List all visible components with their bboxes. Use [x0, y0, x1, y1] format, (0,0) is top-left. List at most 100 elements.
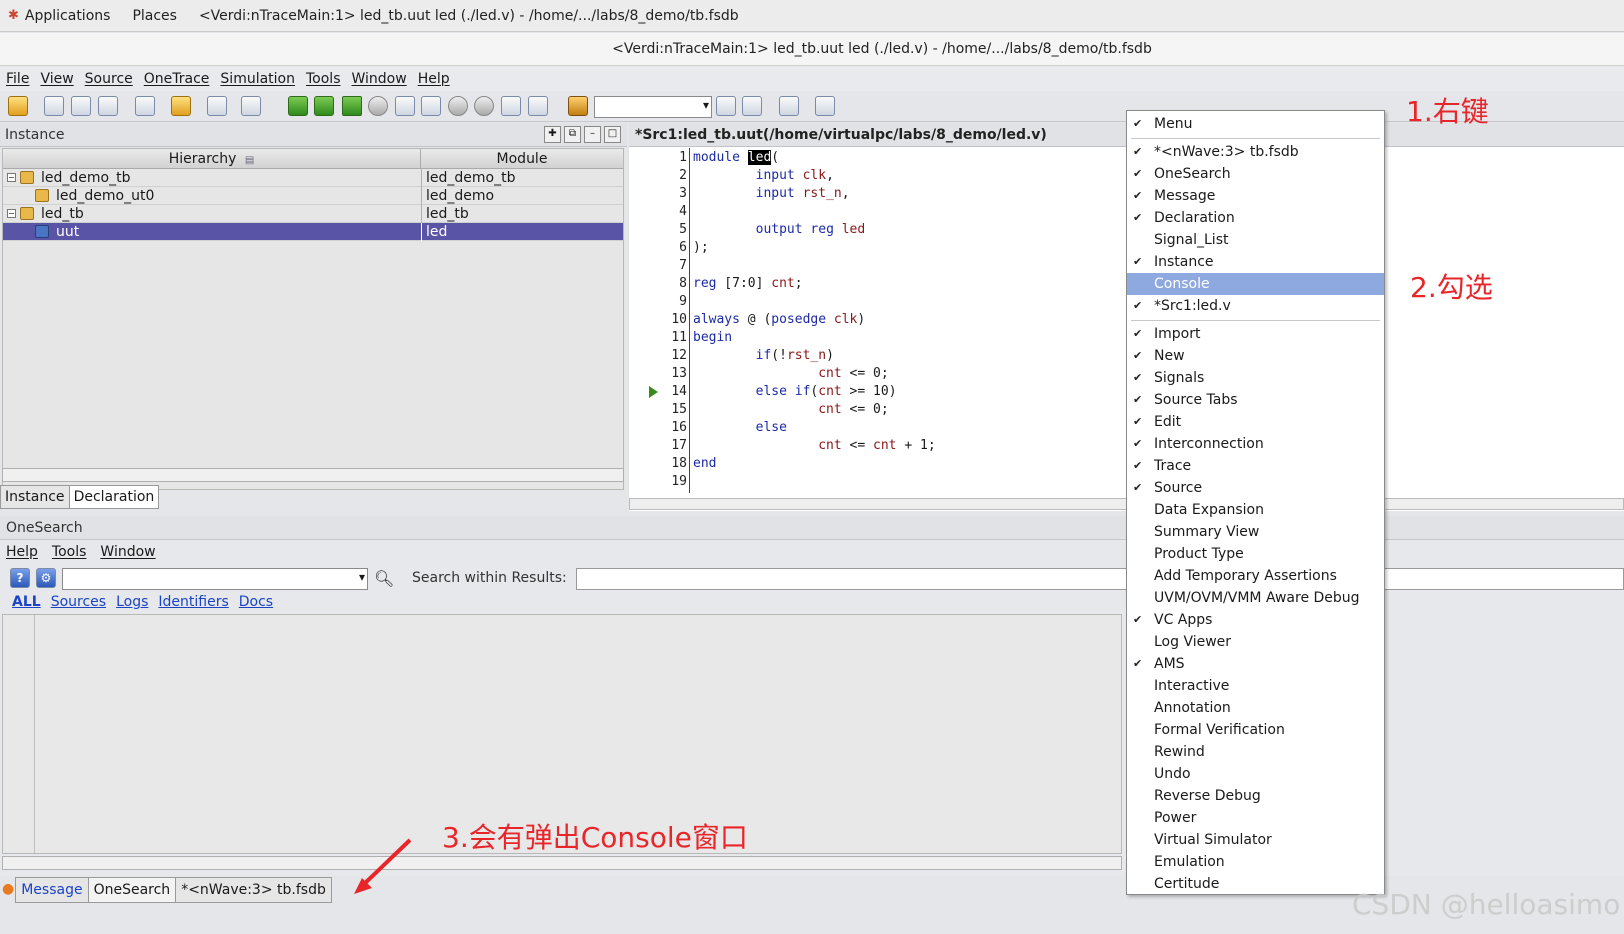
menu-item-undo[interactable]: Undo	[1127, 763, 1384, 785]
tree-row[interactable]: led_demo_ut0 led_demo	[3, 187, 623, 205]
help-icon[interactable]: ?	[10, 568, 30, 588]
menu-onetrace[interactable]: OneTrace	[144, 71, 210, 87]
tab-declaration[interactable]: Declaration	[68, 485, 160, 509]
undock-icon[interactable]: ⧉	[564, 126, 581, 143]
menu-item-signals[interactable]: ✔ Signals	[1127, 367, 1384, 389]
menu-item-edit[interactable]: ✔ Edit	[1127, 411, 1384, 433]
menu-item-message[interactable]: ✔ Message	[1127, 185, 1384, 207]
menu-item-interactive[interactable]: Interactive	[1127, 675, 1384, 697]
waveform-icon[interactable]	[44, 96, 64, 116]
menu-item-virtual-simulator[interactable]: Virtual Simulator	[1127, 829, 1384, 851]
menu-item-new[interactable]: ✔ New	[1127, 345, 1384, 367]
menu-item-signal-list[interactable]: Signal_List	[1127, 229, 1384, 251]
menu-view[interactable]: View	[40, 71, 73, 87]
menu-item-source[interactable]: ✔ Source	[1127, 477, 1384, 499]
applications-menu[interactable]: Applications	[25, 8, 111, 24]
menu-file[interactable]: File	[6, 71, 29, 87]
minimize-icon[interactable]: –	[584, 126, 601, 143]
toolbar-search-combo[interactable]	[594, 96, 712, 118]
find-icon[interactable]	[742, 96, 762, 116]
menu-item-trace[interactable]: ✔ Trace	[1127, 455, 1384, 477]
back-arrow-icon[interactable]	[342, 96, 362, 116]
collapse-icon[interactable]: −	[7, 209, 16, 218]
menu-item-annotation[interactable]: Annotation	[1127, 697, 1384, 719]
menu-item-add-temporary-assertions[interactable]: Add Temporary Assertions	[1127, 565, 1384, 587]
trace-down-icon[interactable]	[314, 96, 334, 116]
menu-item-menu[interactable]: ✔ Menu	[1127, 113, 1384, 135]
menu-tools[interactable]: Tools	[306, 71, 341, 87]
menu-item-product-type[interactable]: Product Type	[1127, 543, 1384, 565]
hierarchy-icon[interactable]	[98, 96, 118, 116]
search-within-input[interactable]	[576, 568, 1624, 590]
menu-item-source-tabs[interactable]: ✔ Source Tabs	[1127, 389, 1384, 411]
collapse-icon[interactable]: −	[7, 173, 16, 182]
menu-item-src1-led-v[interactable]: ✔ *Src1:led.v	[1127, 295, 1384, 317]
filter-all-link[interactable]: ALL	[12, 594, 41, 610]
places-menu[interactable]: Places	[132, 8, 177, 24]
connect-icon[interactable]	[501, 96, 521, 116]
export-icon[interactable]	[815, 96, 835, 116]
copy-icon[interactable]	[241, 96, 261, 116]
os-menu-help[interactable]: Help	[6, 544, 38, 560]
menu-item-log-viewer[interactable]: Log Viewer	[1127, 631, 1384, 653]
folder-icon[interactable]	[171, 96, 191, 116]
menu-item-instance[interactable]: ✔ Instance	[1127, 251, 1384, 273]
menu-item-vc-apps[interactable]: ✔ VC Apps	[1127, 609, 1384, 631]
filter-identifiers-link[interactable]: Identifiers	[158, 594, 228, 610]
bookmark-icon[interactable]	[568, 96, 588, 116]
forward-arrow-icon[interactable]	[368, 96, 388, 116]
menu-item-onesearch[interactable]: ✔ OneSearch	[1127, 163, 1384, 185]
menu-item-uvm-ovm-vmm-aware-debug[interactable]: UVM/OVM/VMM Aware Debug	[1127, 587, 1384, 609]
load-icon[interactable]	[421, 96, 441, 116]
onesearch-query-input[interactable]	[62, 568, 368, 590]
tab-nwave[interactable]: *<nWave:3> tb.fsdb	[175, 877, 332, 903]
up-icon[interactable]	[448, 96, 468, 116]
instance-hscrollbar[interactable]	[2, 468, 624, 482]
tree-row[interactable]: − led_demo_tb led_demo_tb	[3, 169, 623, 187]
menu-item-data-expansion[interactable]: Data Expansion	[1127, 499, 1384, 521]
menu-item-formal-verification[interactable]: Formal Verification	[1127, 719, 1384, 741]
schematic-icon[interactable]	[71, 96, 91, 116]
module-column-header[interactable]: Module	[421, 149, 623, 169]
filter-sources-link[interactable]: Sources	[51, 594, 106, 610]
window-icon[interactable]	[135, 96, 155, 116]
tab-message[interactable]: Message	[15, 877, 89, 903]
menu-help[interactable]: Help	[418, 71, 450, 87]
driver-icon[interactable]	[395, 96, 415, 116]
search-icon[interactable]: 🔍︎	[374, 569, 394, 588]
menu-source[interactable]: Source	[85, 71, 133, 87]
down-icon[interactable]	[474, 96, 494, 116]
menu-item-reverse-debug[interactable]: Reverse Debug	[1127, 785, 1384, 807]
menu-item-interconnection[interactable]: ✔ Interconnection	[1127, 433, 1384, 455]
menu-item-power[interactable]: Power	[1127, 807, 1384, 829]
tree-row-selected[interactable]: uut led	[3, 223, 623, 241]
app-launcher-icon[interactable]	[779, 96, 799, 116]
taskbar-window-title[interactable]: <Verdi:nTraceMain:1> led_tb.uut led (./l…	[199, 8, 739, 24]
maximize-icon[interactable]: □	[604, 126, 621, 143]
layout-icon[interactable]	[528, 96, 548, 116]
os-menu-tools[interactable]: Tools	[52, 544, 87, 560]
tree-row[interactable]: − led_tb led_tb	[3, 205, 623, 223]
filter-logs-link[interactable]: Logs	[116, 594, 148, 610]
filter-docs-link[interactable]: Docs	[239, 594, 273, 610]
hierarchy-column-header[interactable]: Hierarchy ▤	[3, 149, 421, 169]
tab-instance[interactable]: Instance	[0, 485, 70, 509]
menu-item-ams[interactable]: ✔ AMS	[1127, 653, 1384, 675]
search-icon[interactable]	[716, 96, 736, 116]
tab-onesearch[interactable]: OneSearch	[87, 877, 177, 903]
menu-item-summary-view[interactable]: Summary View	[1127, 521, 1384, 543]
trace-up-icon[interactable]	[288, 96, 308, 116]
menu-item-console[interactable]: Console	[1127, 273, 1384, 295]
menu-simulation[interactable]: Simulation	[220, 71, 295, 87]
menu-window[interactable]: Window	[352, 71, 407, 87]
os-menu-window[interactable]: Window	[100, 544, 155, 560]
column-menu-icon[interactable]: ▤	[245, 155, 254, 166]
edit-icon[interactable]	[207, 96, 227, 116]
menu-item-import[interactable]: ✔ Import	[1127, 323, 1384, 345]
onesearch-hscrollbar[interactable]	[2, 856, 1122, 870]
open-folder-icon[interactable]	[8, 96, 28, 116]
settings-gear-icon[interactable]: ⚙	[36, 568, 56, 588]
menu-item-declaration[interactable]: ✔ Declaration	[1127, 207, 1384, 229]
pin-icon[interactable]: ✚	[544, 126, 561, 143]
menu-item-rewind[interactable]: Rewind	[1127, 741, 1384, 763]
